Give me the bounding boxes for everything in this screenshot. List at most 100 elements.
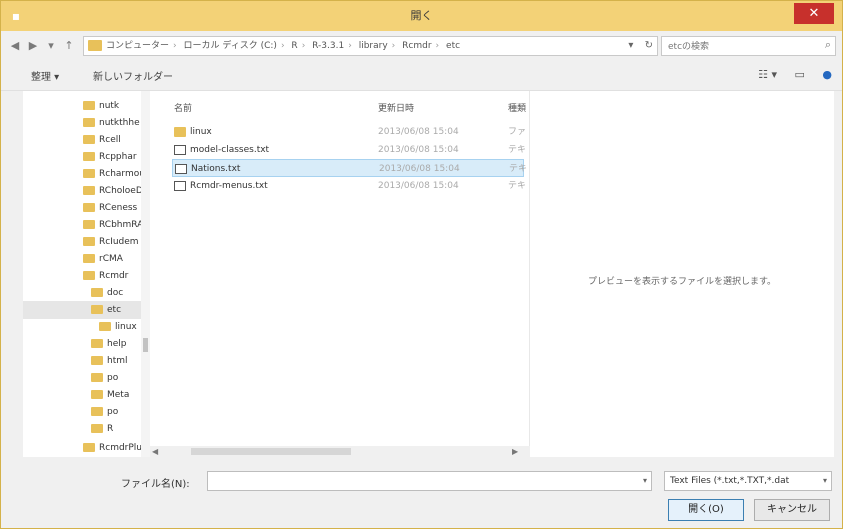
folder-icon bbox=[83, 101, 95, 110]
breadcrumb-separator-icon: › bbox=[435, 41, 440, 51]
preview-pane: プレビューを表示するファイルを選択します。 bbox=[530, 91, 834, 457]
file-row[interactable]: linux 2013/06/08 15:04 ファ bbox=[172, 123, 526, 141]
folder-icon bbox=[91, 390, 103, 399]
text-file-icon bbox=[174, 145, 186, 155]
nav-folder-item[interactable]: RCeness bbox=[83, 199, 137, 217]
nav-folder-item[interactable]: linux bbox=[99, 318, 137, 336]
breadcrumb-item[interactable]: etc bbox=[446, 41, 460, 51]
nav-folder-item[interactable]: help bbox=[91, 335, 126, 353]
file-type: テキ bbox=[508, 145, 527, 155]
folder-icon bbox=[88, 40, 102, 51]
folder-icon bbox=[91, 288, 103, 297]
file-list-pane[interactable]: 名前 更新日時 種類 linux 2013/06/08 15:04 ファ mod… bbox=[150, 91, 530, 457]
close-button[interactable]: ✕ bbox=[794, 3, 834, 24]
breadcrumb-separator-icon: › bbox=[280, 41, 285, 51]
title-bar: ▪ 開く ✕ bbox=[1, 1, 842, 31]
nav-folder-item[interactable]: R bbox=[91, 420, 113, 438]
nav-folder-item[interactable]: html bbox=[91, 352, 128, 370]
folder-icon bbox=[83, 443, 95, 452]
folder-icon bbox=[83, 118, 95, 127]
filename-field[interactable]: ▾ bbox=[207, 471, 652, 491]
text-file-icon bbox=[174, 181, 186, 191]
open-button[interactable]: 開く(O) bbox=[668, 499, 744, 521]
organize-button[interactable]: 整理 ▾ bbox=[31, 68, 59, 83]
file-row[interactable]: model-classes.txt 2013/06/08 15:04 テキ bbox=[172, 141, 527, 159]
text-file-icon bbox=[175, 164, 187, 174]
filename-dropdown-icon[interactable]: ▾ bbox=[643, 472, 647, 490]
help-icon[interactable]: ● bbox=[822, 68, 832, 81]
navigation-pane[interactable]: nutk nutkthhe Rcell Rcpphar Rcharmou RCh… bbox=[23, 91, 150, 457]
forward-icon[interactable]: ▶ bbox=[25, 38, 41, 54]
nav-folder-item[interactable]: nutk bbox=[83, 97, 119, 115]
folder-icon bbox=[83, 135, 95, 144]
file-row[interactable]: Rcmdr-menus.txt 2013/06/08 15:04 テキ bbox=[172, 177, 527, 195]
breadcrumb-item[interactable]: Rcmdr bbox=[402, 41, 431, 51]
nav-scrollbar-thumb[interactable] bbox=[143, 338, 148, 352]
search-box[interactable]: ⌕ bbox=[661, 36, 836, 56]
folder-icon bbox=[91, 356, 103, 365]
horizontal-scrollbar[interactable]: ◀ ▶ bbox=[150, 446, 530, 457]
nav-folder-item[interactable]: RCbhmRA bbox=[83, 216, 143, 234]
cancel-button[interactable]: キャンセル bbox=[754, 499, 830, 521]
file-type-dropdown-icon[interactable]: ▾ bbox=[823, 472, 827, 490]
folder-icon bbox=[91, 305, 103, 314]
file-type: テキ bbox=[508, 181, 527, 191]
file-type-select[interactable]: Text Files (*.txt,*.TXT,*.dat ▾ bbox=[664, 471, 832, 491]
breadcrumb-item[interactable]: R bbox=[291, 41, 297, 51]
nav-vertical-scrollbar[interactable] bbox=[141, 91, 150, 457]
address-row: ◀ ▶ ▾ ↑ コンピューター › ローカル ディスク (C:) › R › R-3.… bbox=[1, 31, 842, 61]
new-folder-button[interactable]: 新しいフォルダー bbox=[93, 68, 173, 83]
search-input[interactable] bbox=[666, 38, 810, 56]
address-bar[interactable]: コンピューター › ローカル ディスク (C:) › R › R-3.3.1 › lib… bbox=[83, 36, 658, 56]
folder-icon bbox=[91, 339, 103, 348]
nav-folder-item[interactable]: RcIudem bbox=[83, 233, 139, 251]
horizontal-scrollbar-thumb[interactable] bbox=[191, 448, 351, 455]
breadcrumb-separator-icon: › bbox=[173, 41, 177, 51]
recent-dropdown-icon[interactable]: ▾ bbox=[43, 38, 59, 54]
view-options-icon[interactable]: ☷ ▾ bbox=[758, 68, 777, 81]
breadcrumb-item[interactable]: コンピューター bbox=[106, 41, 169, 51]
dialog-footer: ファイル名(N): ▾ Text Files (*.txt,*.TXT,*.da… bbox=[1, 457, 842, 528]
nav-folder-item[interactable]: RcmdrPlu bbox=[83, 439, 142, 457]
breadcrumb-item[interactable]: R-3.3.1 bbox=[312, 41, 344, 51]
filename-input[interactable] bbox=[212, 473, 636, 491]
scroll-right-icon[interactable]: ▶ bbox=[512, 446, 518, 457]
back-icon[interactable]: ◀ bbox=[7, 38, 23, 54]
file-date: 2013/06/08 15:04 bbox=[378, 127, 459, 137]
refresh-icon[interactable]: ↻ bbox=[645, 40, 653, 51]
nav-folder-item[interactable]: rCMA bbox=[83, 250, 123, 268]
folder-icon bbox=[174, 127, 186, 137]
nav-folder-item[interactable]: Rcmdr bbox=[83, 267, 128, 285]
up-icon[interactable]: ↑ bbox=[61, 38, 77, 54]
nav-folder-item[interactable]: po bbox=[91, 403, 118, 421]
breadcrumb-separator-icon: › bbox=[391, 41, 396, 51]
breadcrumb-separator-icon: › bbox=[301, 41, 306, 51]
file-row-selected[interactable]: Nations.txt 2013/06/08 15:04 テキ bbox=[172, 159, 527, 177]
nav-folder-item[interactable]: doc bbox=[91, 284, 123, 302]
nav-folder-item-selected[interactable]: etc bbox=[23, 301, 141, 319]
folder-icon bbox=[83, 237, 95, 246]
folder-icon bbox=[99, 322, 111, 331]
scroll-left-icon[interactable]: ◀ bbox=[152, 446, 158, 457]
nav-folder-item[interactable]: nutkthhe bbox=[83, 114, 140, 132]
preview-pane-icon[interactable]: ▭ bbox=[794, 68, 804, 81]
column-header-date[interactable]: 更新日時 bbox=[378, 101, 414, 114]
breadcrumb-item[interactable]: ローカル ディスク (C:) bbox=[184, 41, 277, 51]
open-file-dialog: ▪ 開く ✕ ◀ ▶ ▾ ↑ コンピューター › ローカル ディスク (C:) › … bbox=[0, 0, 843, 529]
file-name: Rcmdr-menus.txt bbox=[190, 181, 268, 191]
nav-folder-item[interactable]: Rcpphar bbox=[83, 148, 137, 166]
file-date: 2013/06/08 15:04 bbox=[378, 181, 459, 191]
nav-folder-item[interactable]: Meta bbox=[91, 386, 129, 404]
address-dropdown-icon[interactable]: ▾ bbox=[628, 40, 633, 51]
file-date: 2013/06/08 15:04 bbox=[379, 164, 460, 174]
nav-folder-item[interactable]: po bbox=[91, 369, 118, 387]
folder-icon bbox=[83, 152, 95, 161]
folder-icon bbox=[83, 169, 95, 178]
column-header-name[interactable]: 名前 bbox=[174, 101, 192, 114]
breadcrumb-item[interactable]: library bbox=[359, 41, 388, 51]
search-icon[interactable]: ⌕ bbox=[825, 38, 831, 52]
nav-folder-item[interactable]: Rcell bbox=[83, 131, 121, 149]
nav-folder-item[interactable]: RCholoeD bbox=[83, 182, 143, 200]
column-header-type[interactable]: 種類 bbox=[508, 101, 526, 114]
nav-folder-item[interactable]: Rcharmou bbox=[83, 165, 145, 183]
